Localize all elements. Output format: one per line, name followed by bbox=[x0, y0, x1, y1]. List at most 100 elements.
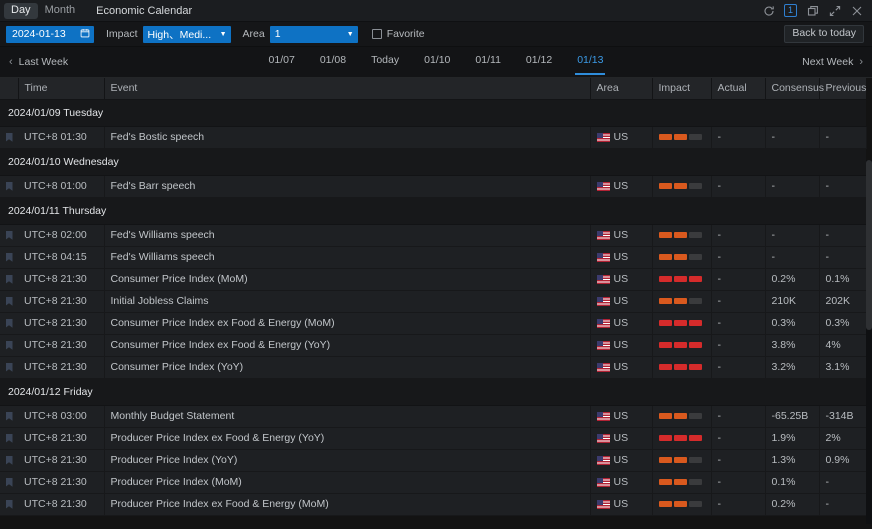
bookmark-icon[interactable] bbox=[6, 231, 13, 240]
cell-event[interactable]: Consumer Price Index ex Food & Energy (Y… bbox=[104, 334, 590, 356]
day-tab-1[interactable]: 01/08 bbox=[320, 54, 346, 70]
table-row[interactable]: UTC+8 21:30Consumer Price Index (MoM)US-… bbox=[0, 268, 866, 290]
column-header-actual[interactable]: Actual bbox=[711, 78, 765, 99]
cell-impact bbox=[652, 312, 711, 334]
cell-time: UTC+8 01:30 bbox=[18, 126, 104, 148]
cell-area: US bbox=[590, 427, 652, 449]
bookmark-cell[interactable] bbox=[0, 471, 18, 493]
cell-event[interactable]: Producer Price Index (YoY) bbox=[104, 449, 590, 471]
bookmark-icon[interactable] bbox=[6, 253, 13, 262]
table-row[interactable]: UTC+8 21:30Consumer Price Index (YoY)US-… bbox=[0, 356, 866, 378]
cell-event[interactable]: Producer Price Index ex Food & Energy (Y… bbox=[104, 427, 590, 449]
table-row[interactable]: UTC+8 03:00Monthly Budget StatementUS--6… bbox=[0, 405, 866, 427]
cell-event[interactable]: Producer Price Index (MoM) bbox=[104, 471, 590, 493]
bookmark-cell[interactable] bbox=[0, 449, 18, 471]
cell-event[interactable]: Fed's Barr speech bbox=[104, 175, 590, 197]
cell-event[interactable]: Fed's Williams speech bbox=[104, 246, 590, 268]
cell-event[interactable]: Fed's Williams speech bbox=[104, 224, 590, 246]
day-tab-0[interactable]: 01/07 bbox=[269, 54, 295, 70]
day-tab-today[interactable]: Today bbox=[371, 54, 399, 70]
tab-month[interactable]: Month bbox=[38, 3, 83, 19]
next-week-button[interactable]: Next Week › bbox=[802, 56, 863, 68]
bookmark-icon[interactable] bbox=[6, 133, 13, 142]
column-header-time[interactable]: Time bbox=[18, 78, 104, 99]
close-icon[interactable] bbox=[850, 4, 863, 17]
impact-bar bbox=[689, 413, 702, 419]
bookmark-cell[interactable] bbox=[0, 493, 18, 515]
bookmark-icon[interactable] bbox=[6, 500, 13, 509]
cell-previous: - bbox=[819, 493, 866, 515]
vertical-scrollbar[interactable] bbox=[866, 160, 872, 524]
column-header-area[interactable]: Area bbox=[590, 78, 652, 99]
table-row[interactable]: UTC+8 01:30Fed's Bostic speechUS--- bbox=[0, 126, 866, 148]
back-to-today-button[interactable]: Back to today bbox=[784, 25, 864, 43]
calendar-icon[interactable] bbox=[80, 28, 90, 41]
cell-event[interactable]: Consumer Price Index (YoY) bbox=[104, 356, 590, 378]
cell-event[interactable]: Monthly Budget Statement bbox=[104, 405, 590, 427]
tab-day[interactable]: Day bbox=[4, 3, 38, 19]
cell-event[interactable]: Fed's Bostic speech bbox=[104, 126, 590, 148]
area-label: US bbox=[614, 317, 629, 329]
favorite-checkbox[interactable] bbox=[372, 29, 382, 39]
bookmark-cell[interactable] bbox=[0, 246, 18, 268]
window-count-badge[interactable]: 1 bbox=[784, 4, 797, 17]
bookmark-icon[interactable] bbox=[6, 456, 13, 465]
day-tab-6[interactable]: 01/13 bbox=[577, 54, 603, 70]
bookmark-icon[interactable] bbox=[6, 341, 13, 350]
cell-event[interactable]: Consumer Price Index ex Food & Energy (M… bbox=[104, 312, 590, 334]
bookmark-cell[interactable] bbox=[0, 268, 18, 290]
bookmark-cell[interactable] bbox=[0, 405, 18, 427]
day-tab-3[interactable]: 01/10 bbox=[424, 54, 450, 70]
favorite-filter[interactable]: Favorite bbox=[372, 28, 425, 40]
column-header-event[interactable]: Event bbox=[104, 78, 590, 99]
bookmark-icon[interactable] bbox=[6, 319, 13, 328]
bookmark-cell[interactable] bbox=[0, 312, 18, 334]
bookmark-icon[interactable] bbox=[6, 182, 13, 191]
bookmark-cell[interactable] bbox=[0, 290, 18, 312]
bookmark-icon[interactable] bbox=[6, 478, 13, 487]
bookmark-icon[interactable] bbox=[6, 434, 13, 443]
last-week-button[interactable]: ‹ Last Week bbox=[9, 56, 68, 68]
cell-event[interactable]: Initial Jobless Claims bbox=[104, 290, 590, 312]
table-row[interactable]: UTC+8 21:30Producer Price Index (YoY)US-… bbox=[0, 449, 866, 471]
area-filter-select[interactable]: 1 ▼ bbox=[270, 26, 358, 43]
bookmark-icon[interactable] bbox=[6, 412, 13, 421]
column-header-impact[interactable]: Impact bbox=[652, 78, 711, 99]
table-row[interactable]: UTC+8 21:30Initial Jobless ClaimsUS-210K… bbox=[0, 290, 866, 312]
refresh-icon[interactable] bbox=[762, 4, 775, 17]
day-tab-5[interactable]: 01/12 bbox=[526, 54, 552, 70]
day-tab-4[interactable]: 01/11 bbox=[475, 54, 501, 70]
table-row[interactable]: UTC+8 21:30Consumer Price Index ex Food … bbox=[0, 334, 866, 356]
bookmark-cell[interactable] bbox=[0, 356, 18, 378]
cell-time: UTC+8 21:30 bbox=[18, 312, 104, 334]
bookmark-icon[interactable] bbox=[6, 297, 13, 306]
bookmark-cell[interactable] bbox=[0, 175, 18, 197]
cell-previous: - bbox=[819, 246, 866, 268]
cell-event[interactable]: Consumer Price Index (MoM) bbox=[104, 268, 590, 290]
column-header-consensus[interactable]: Consensus bbox=[765, 78, 819, 99]
table-row[interactable]: UTC+8 01:00Fed's Barr speechUS--- bbox=[0, 175, 866, 197]
cell-event[interactable]: Producer Price Index ex Food & Energy (M… bbox=[104, 493, 590, 515]
impact-bar bbox=[689, 134, 702, 140]
cell-previous: - bbox=[819, 126, 866, 148]
table-row[interactable]: UTC+8 21:30Producer Price Index ex Food … bbox=[0, 427, 866, 449]
expand-icon[interactable] bbox=[828, 4, 841, 17]
bookmark-icon[interactable] bbox=[6, 363, 13, 372]
impact-filter-select[interactable]: High、Medi... ▼ bbox=[143, 26, 231, 43]
cell-actual: - bbox=[711, 224, 765, 246]
table-row[interactable]: UTC+8 21:30Producer Price Index (MoM)US-… bbox=[0, 471, 866, 493]
table-row[interactable]: UTC+8 21:30Consumer Price Index ex Food … bbox=[0, 312, 866, 334]
bookmark-icon[interactable] bbox=[6, 275, 13, 284]
column-header-previous[interactable]: Previous bbox=[819, 78, 866, 99]
table-row[interactable]: UTC+8 02:00Fed's Williams speechUS--- bbox=[0, 224, 866, 246]
scrollbar-thumb[interactable] bbox=[866, 160, 872, 330]
date-input[interactable]: 2024-01-13 bbox=[6, 26, 94, 43]
bookmark-cell[interactable] bbox=[0, 126, 18, 148]
table-row[interactable]: UTC+8 21:30Producer Price Index ex Food … bbox=[0, 493, 866, 515]
bookmark-cell[interactable] bbox=[0, 224, 18, 246]
bookmark-cell[interactable] bbox=[0, 427, 18, 449]
restore-window-icon[interactable] bbox=[806, 4, 819, 17]
bookmark-cell[interactable] bbox=[0, 334, 18, 356]
table-row[interactable]: UTC+8 04:15Fed's Williams speechUS--- bbox=[0, 246, 866, 268]
area-label: US bbox=[614, 251, 629, 263]
